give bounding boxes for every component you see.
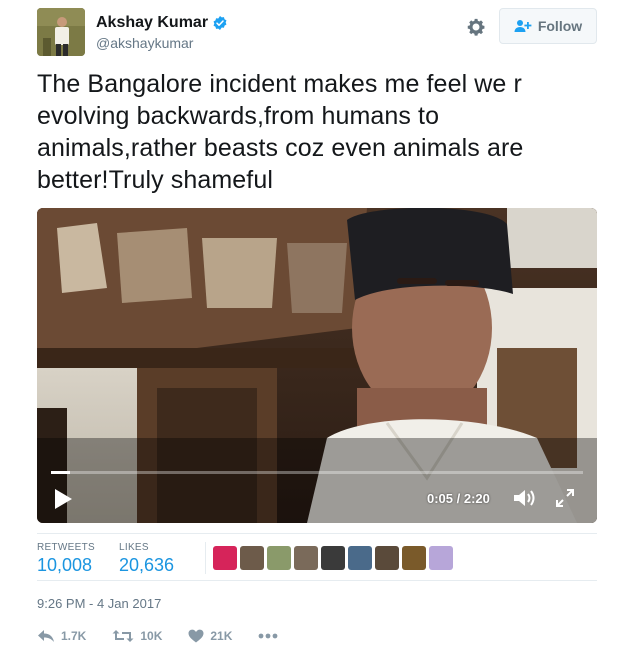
liker-avatar[interactable] bbox=[213, 546, 237, 570]
heart-icon bbox=[188, 629, 204, 643]
liker-avatar[interactable] bbox=[348, 546, 372, 570]
liker-avatar[interactable] bbox=[321, 546, 345, 570]
video-frame bbox=[37, 208, 597, 523]
tweet-timestamp[interactable]: 9:26 PM - 4 Jan 2017 bbox=[37, 596, 161, 611]
follow-button-label: Follow bbox=[537, 18, 583, 34]
like-count: 21K bbox=[210, 629, 233, 643]
verified-badge-icon bbox=[213, 16, 227, 30]
stats-divider bbox=[205, 542, 206, 574]
reply-icon bbox=[38, 630, 54, 642]
volume-icon[interactable] bbox=[513, 488, 537, 508]
liker-avatar[interactable] bbox=[240, 546, 264, 570]
more-icon bbox=[258, 633, 278, 639]
avatar[interactable] bbox=[37, 8, 85, 56]
tweet-header: Akshay Kumar @akshaykumar Follow bbox=[37, 8, 597, 56]
liker-avatar[interactable] bbox=[294, 546, 318, 570]
tweet-actions: 1.7K 10K 21K bbox=[37, 626, 304, 646]
user-info: Akshay Kumar @akshaykumar bbox=[96, 14, 228, 51]
retweet-button[interactable]: 10K bbox=[112, 629, 162, 643]
add-user-icon bbox=[514, 20, 532, 32]
liker-avatar[interactable] bbox=[267, 546, 291, 570]
liker-avatar[interactable] bbox=[375, 546, 399, 570]
video-progress-bar[interactable] bbox=[51, 471, 583, 474]
retweet-icon bbox=[112, 630, 134, 642]
video-player[interactable]: 0:05 / 2:20 bbox=[37, 208, 597, 523]
retweet-count: 10K bbox=[140, 629, 163, 643]
retweets-count: 10,008 bbox=[37, 555, 93, 575]
gear-icon[interactable] bbox=[465, 16, 487, 38]
likers-avatars bbox=[213, 546, 453, 570]
more-button[interactable] bbox=[258, 633, 278, 639]
tweet-text: The Bangalore incident makes me feel we … bbox=[37, 70, 524, 194]
display-name[interactable]: Akshay Kumar bbox=[96, 14, 208, 32]
video-time: 0:05 / 2:20 bbox=[427, 491, 490, 506]
follow-button[interactable]: Follow bbox=[499, 8, 597, 44]
reply-count: 1.7K bbox=[61, 629, 87, 643]
liker-avatar[interactable] bbox=[429, 546, 453, 570]
tweet-stats: RETWEETS 10,008 LIKES 20,636 bbox=[37, 533, 597, 581]
liker-avatar[interactable] bbox=[402, 546, 426, 570]
play-icon[interactable] bbox=[53, 488, 73, 510]
user-handle[interactable]: @akshaykumar bbox=[96, 35, 228, 51]
retweets-stat[interactable]: RETWEETS 10,008 bbox=[37, 542, 95, 576]
video-progress-fill bbox=[51, 471, 71, 474]
fullscreen-icon[interactable] bbox=[555, 488, 575, 508]
likes-label: LIKES bbox=[119, 542, 149, 553]
likes-stat[interactable]: LIKES 20,636 bbox=[119, 542, 174, 576]
like-button[interactable]: 21K bbox=[188, 629, 232, 643]
reply-button[interactable]: 1.7K bbox=[37, 629, 86, 643]
likes-count: 20,636 bbox=[119, 555, 175, 575]
retweets-label: RETWEETS bbox=[37, 542, 95, 553]
